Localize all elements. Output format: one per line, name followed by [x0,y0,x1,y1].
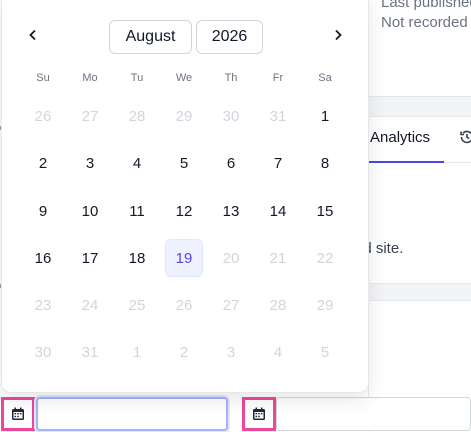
calendar-day[interactable]: 12 [165,192,203,230]
calendar-day: 27 [222,296,240,314]
calendar-day: 28 [269,296,287,314]
weekday-label: Tu [130,72,144,84]
calendar-day: 30 [222,107,240,125]
weekday-label: Sa [318,72,332,84]
year-select[interactable]: 2026 [196,20,263,54]
chevron-left-icon [29,29,36,41]
calendar-icon [12,407,24,420]
calendar-day[interactable]: 3 [71,144,109,182]
calendar-day[interactable]: 9 [24,192,62,230]
calendar-day[interactable]: 7 [259,144,297,182]
chevron-right-icon [335,29,342,41]
calendar-day: 31 [81,343,99,361]
calendar-day: 29 [316,296,334,314]
weekday-label: Su [36,72,50,84]
calendar-day: 24 [81,296,99,314]
background-panel [368,117,471,432]
weekday-label: Fr [272,72,284,84]
tab-active-indicator [362,161,444,163]
calendar-day[interactable]: 13 [212,192,250,230]
calendar-day: 4 [273,343,283,361]
calendar-day: 30 [34,343,52,361]
calendar-day: 26 [34,107,52,125]
calendar-day: 25 [128,296,146,314]
section-divider-2 [368,283,471,301]
calendar-day[interactable]: 6 [212,144,250,182]
calendar-day: 5 [320,343,330,361]
calendar-day: 2 [179,343,189,361]
last-published-label: Last published [381,0,471,11]
start-date-calendar-button[interactable] [1,397,35,431]
calendar-day[interactable]: 18 [118,239,156,277]
weekday-label: We [175,72,193,84]
end-date-input[interactable] [276,397,471,431]
calendar-icon [253,407,265,420]
calendar-day[interactable]: 8 [306,144,344,182]
calendar-day[interactable]: 11 [118,192,156,230]
weekday-label: Th [224,72,238,84]
next-month-button[interactable] [324,21,352,49]
calendar-day: 29 [175,107,193,125]
month-select[interactable]: August [109,20,192,54]
calendar-day[interactable]: 14 [259,192,297,230]
calendar-day: 1 [132,343,142,361]
calendar-day[interactable]: 17 [71,239,109,277]
calendar-day[interactable]: 16 [24,239,62,277]
calendar-day: 22 [316,249,334,267]
calendar-day[interactable]: 2 [24,144,62,182]
calendar-day: 26 [175,296,193,314]
calendar-day: 23 [34,296,52,314]
history-icon[interactable] [459,129,471,145]
calendar-day[interactable]: 10 [71,192,109,230]
calendar-day[interactable]: 5 [165,144,203,182]
section-divider [368,96,471,117]
calendar-day: 28 [128,107,146,125]
date-picker-popover: August 2026 Su Mo Tu We Th Fr Sa 26 27 28 29 30 31 1… [1,0,369,393]
end-date-calendar-button[interactable] [242,397,276,431]
calendar-day[interactable]: 15 [306,192,344,230]
tab-analytics[interactable]: Analytics [370,129,430,146]
calendar-day: 20 [222,249,240,267]
not-recorded-value: Not recorded [381,14,468,31]
calendar-day: 21 [269,249,287,267]
calendar-day: 3 [226,343,236,361]
calendar-day: 27 [81,107,99,125]
calendar-day[interactable]: 1 [306,97,344,135]
calendar-day[interactable]: 4 [118,144,156,182]
weekday-label: Mo [82,72,98,84]
calendar-day: 31 [269,107,287,125]
calendar-day-today[interactable]: 19 [165,239,203,277]
start-date-input[interactable] [36,397,228,431]
previous-month-button[interactable] [19,21,47,49]
